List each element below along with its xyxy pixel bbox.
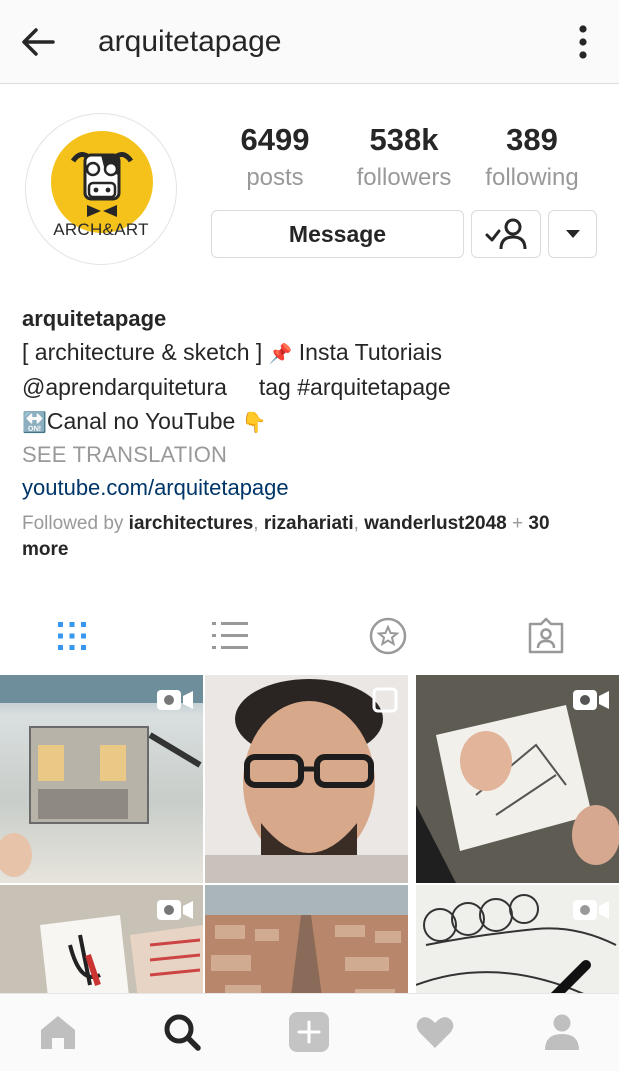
followed-by-prefix: Followed by <box>22 513 129 534</box>
bio-website-link[interactable]: youtube.com/arquitetapage <box>22 471 602 505</box>
search-icon <box>164 1014 201 1051</box>
stat-followers-label: followers <box>356 164 452 191</box>
arrow-left-icon <box>22 28 55 56</box>
video-badge <box>571 897 611 928</box>
stat-posts-value: 6499 <box>240 122 310 157</box>
stat-followers[interactable]: 538k followers <box>348 120 460 196</box>
follower-name[interactable]: rizahariati <box>264 513 354 534</box>
more-options-button[interactable] <box>566 22 600 62</box>
video-camera-icon <box>573 900 609 920</box>
post-thumbnail[interactable] <box>205 675 408 883</box>
stat-followers-value: 538k <box>369 122 439 157</box>
stat-posts[interactable]: 6499 posts <box>232 120 318 196</box>
bio-username: arquitetapage <box>22 306 167 331</box>
video-badge <box>155 687 195 718</box>
tab-tagged[interactable] <box>522 612 570 660</box>
profile-icon <box>545 1014 579 1050</box>
multiple-badge <box>370 687 400 718</box>
follower-name[interactable]: iarchitectures <box>129 513 254 534</box>
post-thumbnail[interactable] <box>205 885 408 993</box>
grid-icon <box>58 622 86 650</box>
top-bar: arquitetapage <box>0 0 619 84</box>
suggestions-dropdown-button[interactable] <box>548 210 597 258</box>
nav-search[interactable] <box>160 1010 204 1054</box>
video-camera-icon <box>157 690 193 710</box>
stat-following-value: 389 <box>506 122 558 157</box>
video-badge <box>155 897 195 928</box>
bio-line-1-text: [ architecture & sketch ] <box>22 339 263 365</box>
post-thumbnail[interactable] <box>416 885 619 993</box>
profile-avatar[interactable]: ARCH&ART <box>25 113 177 265</box>
list-icon <box>212 622 248 649</box>
post-thumbnail[interactable] <box>0 675 203 883</box>
nav-add-post[interactable] <box>287 1010 331 1054</box>
nav-home[interactable] <box>36 1010 80 1054</box>
followed-by-plus: + <box>506 513 529 534</box>
tagged-person-icon <box>528 617 564 654</box>
bottom-navigation <box>0 993 619 1071</box>
home-icon <box>41 1016 75 1049</box>
video-camera-icon <box>573 690 609 710</box>
more-vertical-icon <box>579 25 587 59</box>
stat-following-label: following <box>485 164 579 191</box>
video-camera-icon <box>157 900 193 920</box>
heart-icon <box>416 1017 454 1048</box>
cow-logo-icon <box>70 152 134 217</box>
following-button[interactable] <box>471 210 541 258</box>
nav-activity[interactable] <box>413 1010 457 1054</box>
follower-name[interactable]: wanderlust2048 <box>364 513 507 534</box>
video-badge <box>571 687 611 718</box>
profile-view-tabs <box>0 600 619 670</box>
tab-list[interactable] <box>206 612 254 660</box>
bio-line-1-rest: Insta Tutoriais <box>298 339 442 365</box>
post-thumbnail[interactable] <box>0 885 203 993</box>
bio-line-1: [ architecture & sketch ] 📌 Insta Tutori… <box>22 335 602 372</box>
nav-profile[interactable] <box>540 1010 584 1054</box>
star-circle-icon <box>369 617 407 655</box>
multiple-posts-icon <box>372 687 398 713</box>
bio-line-2: @aprendarquitetura tag #arquitetapage <box>22 374 451 400</box>
follower-separator: , <box>353 513 365 534</box>
posts-grid <box>0 675 619 993</box>
tab-saved[interactable] <box>364 612 412 660</box>
caret-down-icon <box>565 230 580 238</box>
followed-by-text[interactable]: Followed by iarchitectures, rizahariati,… <box>22 511 597 563</box>
stat-following[interactable]: 389 following <box>478 120 586 196</box>
see-translation-link[interactable]: SEE TRANSLATION <box>22 438 602 472</box>
add-icon <box>289 1012 329 1052</box>
following-check-user-icon <box>485 218 527 250</box>
post-thumbnail[interactable] <box>416 675 619 883</box>
avatar-brand-text: ARCH&ART <box>53 220 149 239</box>
on-arrow-icon: 🔛 <box>22 412 47 434</box>
bio-line-3: 🔛Canal no YouTube 👇 <box>22 404 602 440</box>
message-button[interactable]: Message <box>211 210 464 258</box>
pushpin-icon: 📌 <box>268 344 293 365</box>
tab-grid[interactable] <box>48 612 96 660</box>
back-button[interactable] <box>18 22 58 62</box>
pointing-hand-icon: 👇 <box>241 412 267 434</box>
follower-separator: , <box>253 513 264 534</box>
page-title: arquitetapage <box>98 25 282 58</box>
bio-line-3-text: Canal no YouTube <box>46 408 236 434</box>
aerial-city-photo <box>205 885 408 993</box>
stat-posts-label: posts <box>246 164 304 191</box>
